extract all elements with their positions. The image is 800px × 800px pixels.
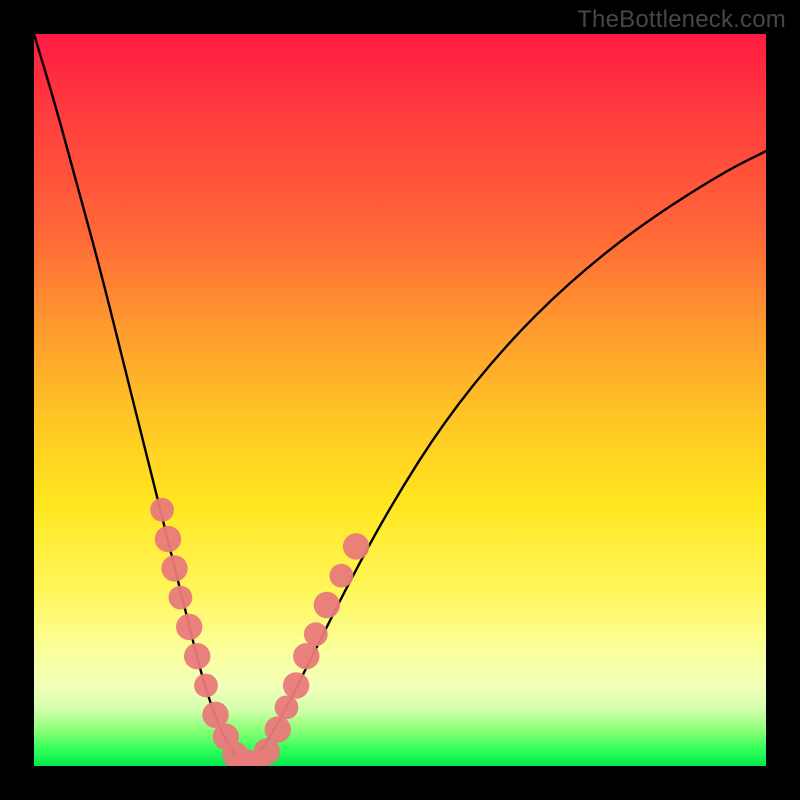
marker-dot bbox=[161, 555, 187, 581]
marker-dot bbox=[304, 622, 328, 646]
marker-dot bbox=[293, 643, 319, 669]
marker-dot bbox=[176, 614, 202, 640]
curve-svg bbox=[34, 34, 766, 766]
bottleneck-curve bbox=[34, 34, 766, 762]
marker-dot bbox=[283, 672, 309, 698]
marker-dot bbox=[265, 716, 291, 742]
marker-dot bbox=[330, 564, 354, 588]
marker-dot bbox=[184, 643, 210, 669]
curve-layer bbox=[34, 34, 766, 762]
marker-dot bbox=[275, 696, 299, 720]
marker-dot bbox=[314, 592, 340, 618]
marker-layer bbox=[150, 498, 369, 766]
watermark-text: TheBottleneck.com bbox=[577, 6, 786, 34]
marker-dot bbox=[169, 586, 193, 610]
chart-frame: TheBottleneck.com bbox=[0, 0, 800, 800]
marker-dot bbox=[155, 526, 181, 552]
marker-dot bbox=[194, 674, 218, 698]
marker-dot bbox=[150, 498, 174, 522]
plot-area bbox=[34, 34, 766, 766]
marker-dot bbox=[343, 533, 369, 559]
